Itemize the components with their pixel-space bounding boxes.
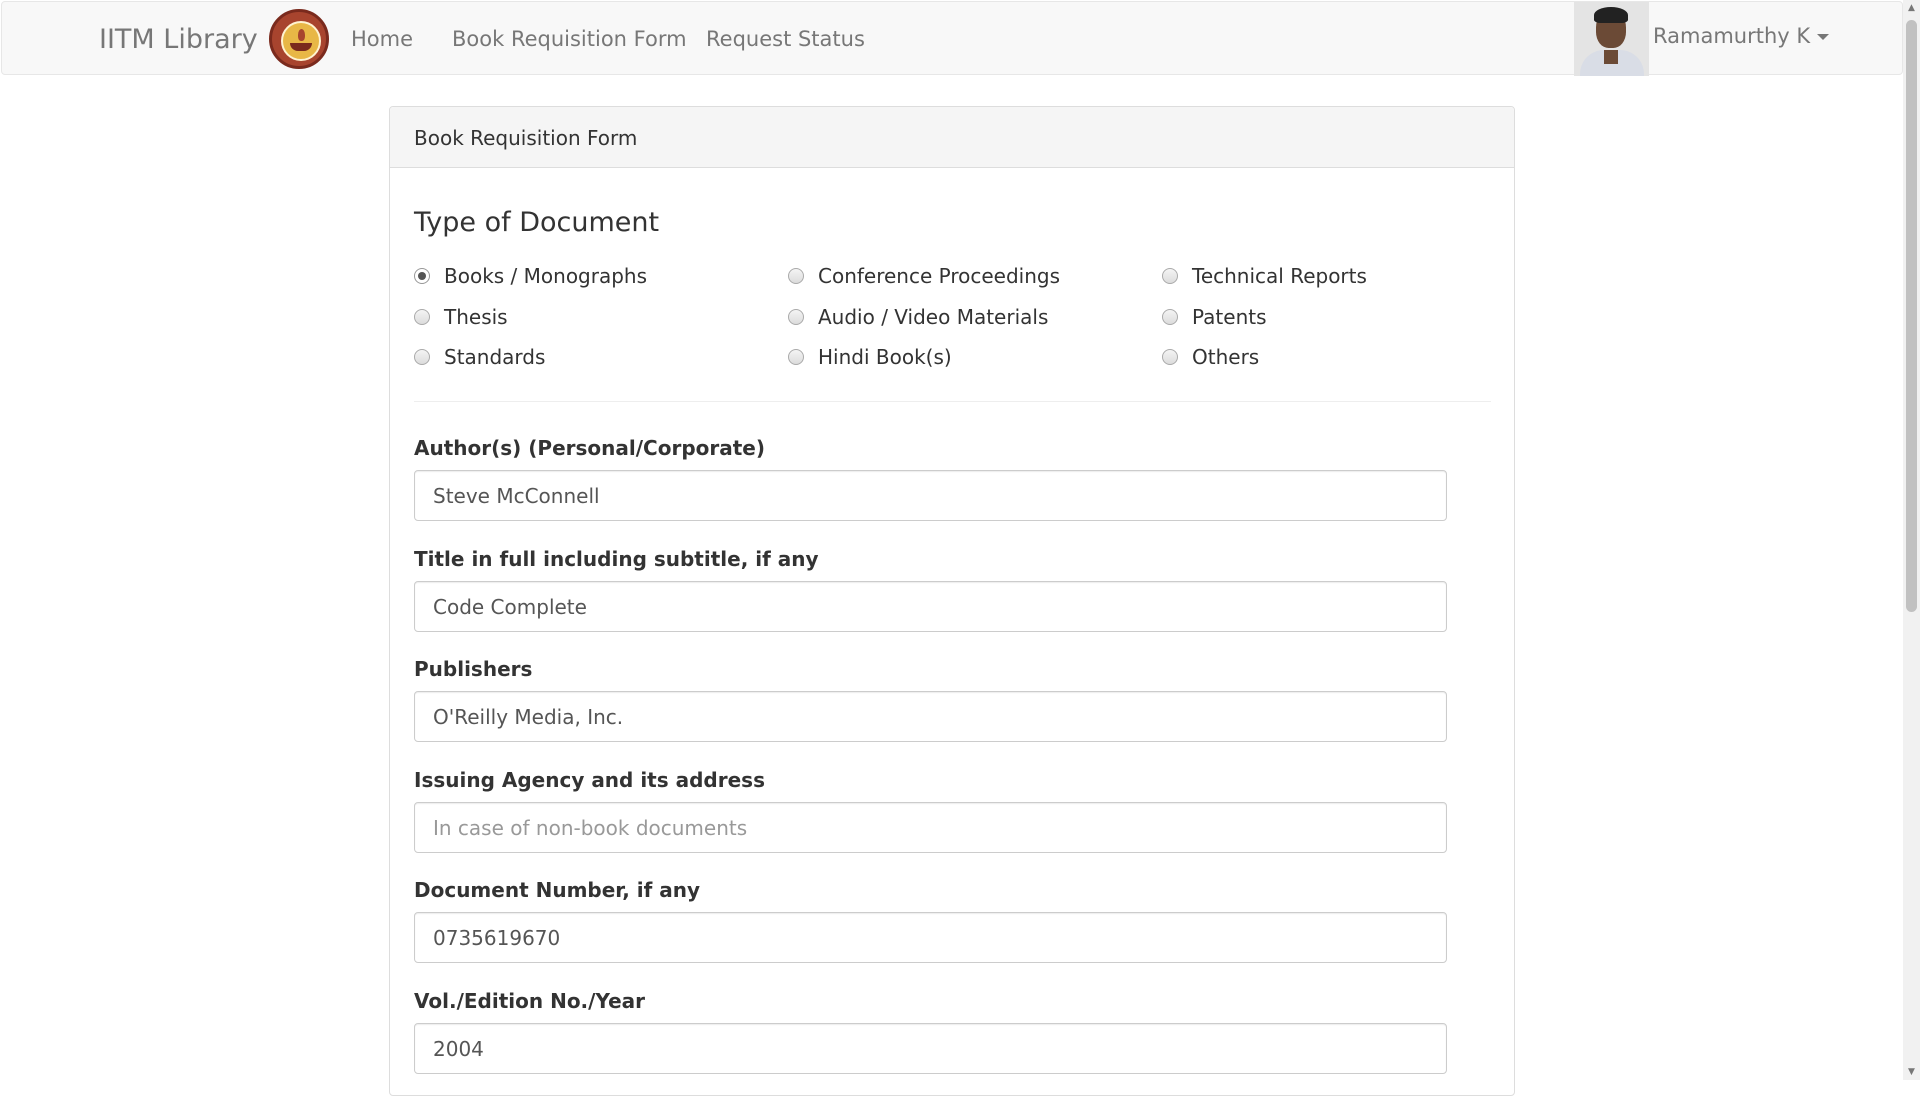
- title-label: Title in full including subtitle, if any: [414, 547, 819, 571]
- radio-label: Others: [1192, 345, 1260, 369]
- nav-home-link[interactable]: Home: [351, 27, 413, 51]
- radio-button[interactable]: [788, 349, 804, 365]
- radio-label: Technical Reports: [1192, 264, 1367, 288]
- radio-label: Standards: [444, 345, 546, 369]
- title-input[interactable]: [414, 581, 1447, 632]
- nav-book-requisition-link[interactable]: Book Requisition Form: [452, 27, 687, 51]
- author-label: Author(s) (Personal/Corporate): [414, 436, 765, 460]
- radio-button[interactable]: [788, 268, 804, 284]
- radio-button[interactable]: [1162, 349, 1178, 365]
- panel-title: Book Requisition Form: [414, 126, 638, 150]
- radio-label: Conference Proceedings: [818, 264, 1061, 288]
- radio-button[interactable]: [1162, 268, 1178, 284]
- scrollbar-thumb[interactable]: [1906, 20, 1917, 612]
- avatar[interactable]: [1574, 2, 1649, 76]
- brand-title[interactable]: IITM Library: [99, 24, 258, 55]
- edition-year-label: Vol./Edition No./Year: [414, 989, 646, 1013]
- emblem-center: [281, 21, 321, 61]
- scroll-down-arrow-icon[interactable]: ▼: [1906, 1066, 1917, 1078]
- nav-request-status-link[interactable]: Request Status: [706, 27, 865, 51]
- author-input[interactable]: [414, 470, 1447, 521]
- scroll-up-arrow-icon[interactable]: ▲: [1906, 2, 1917, 14]
- section-divider: [414, 401, 1491, 402]
- panel-heading: Book Requisition Form: [390, 107, 1514, 168]
- edition-year-input[interactable]: [414, 1023, 1447, 1074]
- radio-button[interactable]: [414, 309, 430, 325]
- issuing-agency-label: Issuing Agency and its address: [414, 768, 765, 792]
- lamp-flame-icon: [298, 29, 305, 41]
- publishers-label: Publishers: [414, 657, 533, 681]
- document-number-input[interactable]: [414, 912, 1447, 963]
- iitm-emblem-icon[interactable]: [269, 9, 329, 69]
- radio-label: Audio / Video Materials: [818, 305, 1049, 329]
- document-number-label: Document Number, if any: [414, 878, 701, 902]
- radio-button-checked[interactable]: [414, 268, 430, 284]
- radio-label: Patents: [1192, 305, 1267, 329]
- caret-down-icon: [1817, 34, 1830, 40]
- user-name-label: Ramamurthy K: [1653, 24, 1811, 48]
- top-navbar: IITM Library Home Book Requisition Form …: [1, 1, 1903, 76]
- avatar-hair: [1594, 7, 1628, 23]
- avatar-neck: [1604, 50, 1618, 64]
- lamp-icon: [290, 43, 312, 51]
- publishers-input[interactable]: [414, 691, 1447, 742]
- radio-button[interactable]: [1162, 309, 1178, 325]
- radio-button[interactable]: [414, 349, 430, 365]
- issuing-agency-input[interactable]: [414, 802, 1447, 853]
- radio-label: Hindi Book(s): [818, 345, 952, 369]
- radio-label: Books / Monographs: [444, 264, 648, 288]
- radio-label: Thesis: [444, 305, 508, 329]
- radio-button[interactable]: [788, 309, 804, 325]
- user-menu-dropdown[interactable]: Ramamurthy K: [1653, 24, 1830, 48]
- document-type-heading: Type of Document: [414, 207, 660, 238]
- requisition-form-panel: Book Requisition Form Type of Document B…: [389, 106, 1515, 1096]
